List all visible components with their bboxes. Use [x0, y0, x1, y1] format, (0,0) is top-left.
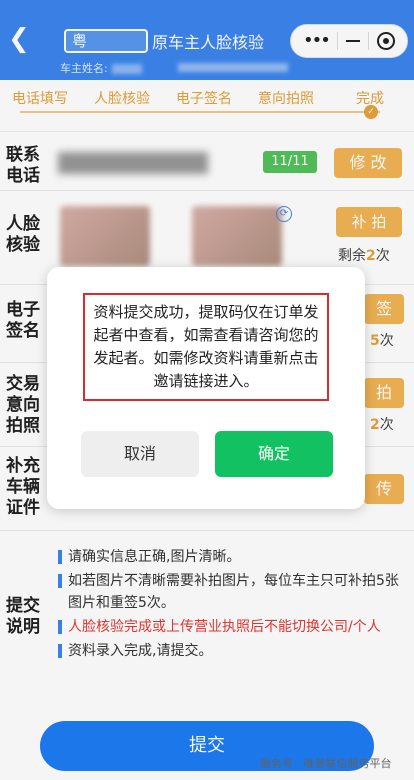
confirm-button[interactable]: 确定: [215, 431, 333, 477]
dialog-message: 资料提交成功，提取码仅在订单发起者中查看，如需查看请咨询您的发起者。如需修改资料…: [83, 293, 329, 401]
cancel-button[interactable]: 取消: [81, 431, 199, 477]
confirm-dialog: 资料提交成功，提取码仅在订单发起者中查看，如需查看请咨询您的发起者。如需修改资料…: [47, 267, 365, 509]
